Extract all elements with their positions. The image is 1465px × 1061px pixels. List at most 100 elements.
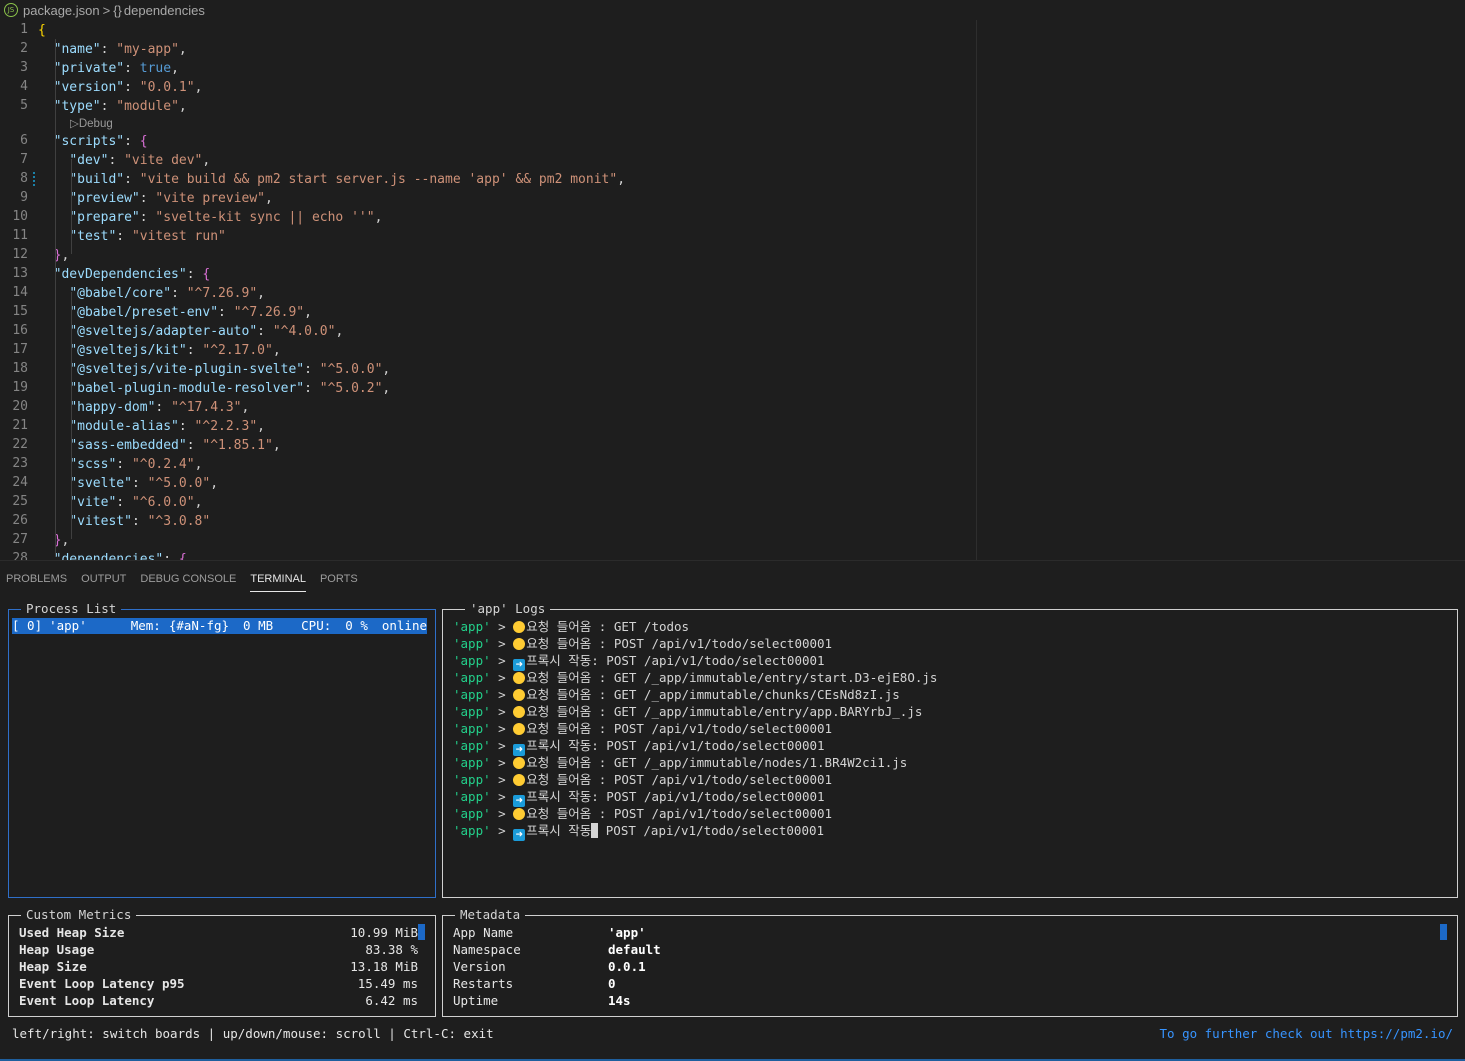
code-token: , bbox=[178, 42, 187, 57]
line-number: 16 bbox=[12, 323, 28, 338]
code-token: "^0.2.4" bbox=[131, 457, 195, 472]
code-token: : bbox=[116, 457, 132, 472]
code-token: , bbox=[194, 457, 203, 472]
log-kind: 프록시 작동: bbox=[526, 789, 607, 804]
custom-metrics-box[interactable]: Custom Metrics Used Heap Size 10.99 MiB He… bbox=[8, 907, 436, 1017]
code-line[interactable]: "babel-plugin-module-resolver": "^5.0.2"… bbox=[38, 379, 390, 398]
code-line[interactable]: "prepare": "svelte-kit sync || echo ''", bbox=[38, 208, 382, 227]
code-line[interactable]: "@sveltejs/kit": "^2.17.0", bbox=[38, 341, 280, 360]
process-row[interactable]: [ 0] 'app' Mem: {#aN-fg} 0 MB CPU: 0 % o… bbox=[12, 618, 427, 634]
metric-label: Event Loop Latency bbox=[19, 993, 155, 1008]
process-name: 'app' bbox=[49, 618, 87, 633]
code-token: : bbox=[124, 172, 140, 187]
code-line[interactable]: { bbox=[38, 21, 46, 40]
log-line: 'app' > ➜ 프록시 작동: POST /api/v1/todo/selec… bbox=[453, 737, 825, 756]
code-token: "build" bbox=[69, 172, 125, 187]
line-number: 13 bbox=[12, 266, 28, 281]
log-line: 'app' > 요청 들어옴 : GET /_app/immutable/ent… bbox=[453, 703, 922, 720]
code-token: "prepare" bbox=[69, 210, 140, 225]
log-kind: 프록시 작동: bbox=[526, 738, 607, 753]
log-separator: > bbox=[490, 687, 514, 702]
code-token: , bbox=[382, 362, 391, 377]
json-file-icon: JS bbox=[4, 3, 18, 17]
line-number: 10 bbox=[12, 209, 28, 224]
code-line[interactable]: "devDependencies": { bbox=[38, 265, 211, 284]
pm2-link[interactable]: To go further check out https://pm2.io/ bbox=[1160, 1025, 1454, 1042]
line-number: 17 bbox=[12, 342, 28, 357]
code-token: "@sveltejs/adapter-auto" bbox=[69, 324, 258, 339]
debug-codelens[interactable]: ▷Debug bbox=[70, 116, 113, 132]
code-token: , bbox=[304, 305, 312, 320]
log-line: 'app' > 요청 들어옴 : GET /_app/immutable/chu… bbox=[453, 686, 900, 703]
code-line[interactable]: "sass-embedded": "^1.85.1", bbox=[38, 436, 280, 455]
code-line[interactable]: "module-alias": "^2.2.3", bbox=[38, 417, 265, 436]
tab-debug-console[interactable]: DEBUG CONSOLE bbox=[140, 566, 236, 592]
code-line[interactable]: "private": true, bbox=[38, 59, 179, 78]
log-app-name: 'app' bbox=[453, 806, 491, 821]
code-line[interactable]: "scss": "^0.2.4", bbox=[38, 455, 202, 474]
log-message: POST /api/v1/todo/select00001 bbox=[613, 721, 833, 736]
code-token: "svelte-kit sync || echo ''" bbox=[155, 210, 375, 225]
tab-ports[interactable]: PORTS bbox=[320, 566, 358, 592]
metadata-value: 0.0.1 bbox=[608, 959, 646, 974]
breadcrumb-file[interactable]: package.json bbox=[23, 3, 100, 18]
tab-terminal[interactable]: TERMINAL bbox=[250, 566, 306, 592]
code-token: : bbox=[131, 514, 148, 529]
code-token: "babel-plugin-module-resolver" bbox=[69, 381, 305, 396]
code-token: : bbox=[186, 438, 203, 453]
log-app-name: 'app' bbox=[453, 772, 491, 787]
log-message: GET /_app/immutable/chunks/CEsNd8zI.js bbox=[613, 687, 900, 702]
code-line[interactable]: "@sveltejs/vite-plugin-svelte": "^5.0.0"… bbox=[38, 360, 390, 379]
tab-output[interactable]: OUTPUT bbox=[81, 566, 126, 592]
metric-label: Heap Usage bbox=[19, 942, 95, 957]
code-line[interactable]: "@babel/core": "^7.26.9", bbox=[38, 284, 265, 303]
tab-problems[interactable]: PROBLEMS bbox=[6, 566, 67, 592]
metadata-value: 'app' bbox=[608, 925, 646, 940]
code-line[interactable]: "@babel/preset-env": "^7.26.9", bbox=[38, 303, 312, 322]
code-line[interactable]: "vitest": "^3.0.8" bbox=[38, 512, 210, 531]
panel-divider bbox=[0, 560, 1465, 561]
log-separator: > bbox=[490, 806, 514, 821]
breadcrumb-symbol[interactable]: dependencies bbox=[124, 3, 205, 18]
code-line[interactable]: "happy-dom": "^17.4.3", bbox=[38, 398, 249, 417]
custom-metrics-title: Custom Metrics bbox=[21, 907, 137, 923]
log-app-name: 'app' bbox=[453, 755, 491, 770]
code-token: "version" bbox=[53, 80, 125, 95]
code-line[interactable]: "svelte": "^5.0.0", bbox=[38, 474, 218, 493]
code-line[interactable]: "version": "0.0.1", bbox=[38, 78, 203, 97]
code-line[interactable]: "type": "module", bbox=[38, 97, 187, 116]
log-message: POST /api/v1/todo/select00001 bbox=[598, 823, 825, 838]
metadata-box[interactable]: Metadata App Name 'app' Namespace default Ve… bbox=[442, 907, 1458, 1017]
code-line[interactable]: "preview": "vite preview", bbox=[38, 189, 273, 208]
code-line[interactable]: "name": "my-app", bbox=[38, 40, 187, 59]
code-line[interactable]: "test": "vitest run" bbox=[38, 227, 226, 246]
log-separator: > bbox=[490, 789, 514, 804]
code-line[interactable]: "vite": "^6.0.0", bbox=[38, 493, 202, 512]
logs-box[interactable]: 'app' Logs 'app' > 요청 들어옴 : GET /todos'a… bbox=[442, 601, 1458, 898]
code-token: "dependencies" bbox=[53, 552, 164, 560]
code-token: , bbox=[61, 248, 70, 263]
metrics-scrollbar[interactable] bbox=[418, 924, 425, 940]
log-kind: 요청 들어옴 : bbox=[526, 704, 614, 719]
code-line[interactable]: }, bbox=[38, 246, 70, 265]
code-line[interactable]: "dependencies": { bbox=[38, 550, 187, 560]
metadata-scrollbar[interactable] bbox=[1440, 924, 1447, 940]
code-line[interactable]: "@sveltejs/adapter-auto": "^4.0.0", bbox=[38, 322, 343, 341]
log-separator: > bbox=[490, 823, 514, 838]
process-list-box[interactable]: Process List [ 0] 'app' Mem: {#aN-fg} 0 … bbox=[8, 601, 436, 898]
log-app-name: 'app' bbox=[453, 619, 491, 634]
code-token: , bbox=[171, 61, 179, 76]
line-number: 26 bbox=[12, 513, 28, 528]
code-line[interactable]: }, bbox=[38, 531, 70, 550]
yellow-circle-icon bbox=[513, 706, 526, 718]
code-editor[interactable]: 1 {2 "name": "my-app", 3 "private": true, 4… bbox=[0, 20, 1465, 560]
log-app-name: 'app' bbox=[453, 653, 491, 668]
code-line[interactable]: "build": "vite build && pm2 start server… bbox=[38, 170, 625, 189]
code-token: "type" bbox=[53, 99, 101, 114]
code-line[interactable]: "dev": "vite dev", bbox=[38, 151, 210, 170]
